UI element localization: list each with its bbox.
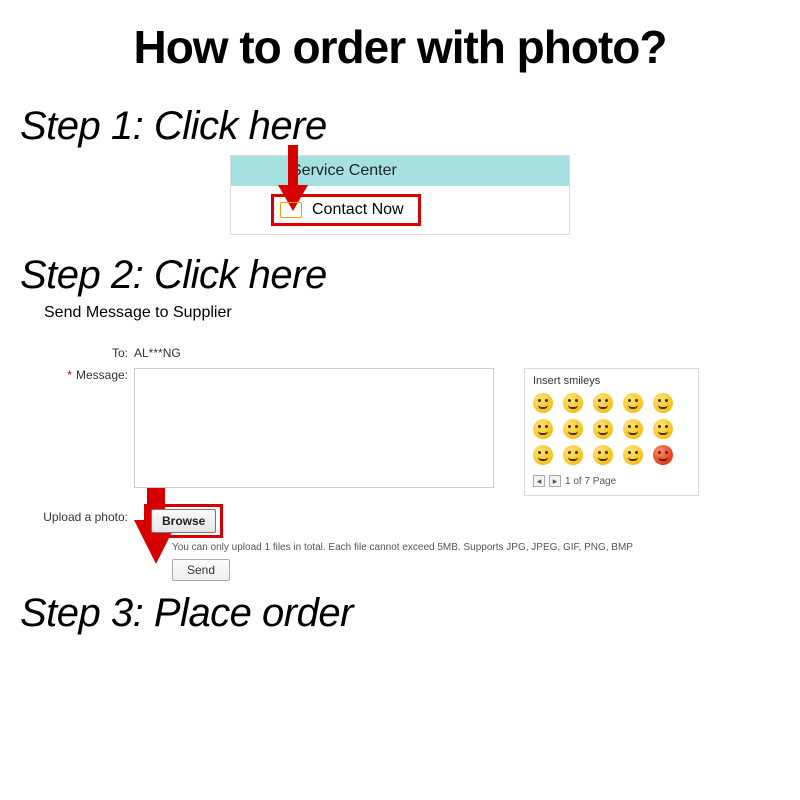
smiley-icon[interactable] bbox=[623, 445, 643, 465]
smiley-icon[interactable] bbox=[623, 419, 643, 439]
envelope-icon bbox=[280, 202, 302, 218]
smileys-title: Insert smileys bbox=[533, 375, 690, 387]
to-label: To: bbox=[30, 346, 134, 360]
smileys-panel: Insert smileys ◂ ▸ 1 bbox=[524, 368, 699, 496]
message-label: Message: bbox=[76, 368, 128, 382]
page-title: How to order with photo? bbox=[0, 0, 800, 74]
send-message-heading: Send Message to Supplier bbox=[44, 304, 800, 322]
smiley-icon[interactable] bbox=[653, 419, 673, 439]
smiley-icon[interactable] bbox=[533, 393, 553, 413]
send-button[interactable]: Send bbox=[172, 559, 230, 581]
step3-label: Step 3: Place order bbox=[20, 591, 800, 636]
smiley-icon[interactable] bbox=[593, 445, 613, 465]
step2-screenshot: To: AL***NG * Message: Insert smileys bbox=[30, 346, 800, 581]
upload-note: You can only upload 1 files in total. Ea… bbox=[172, 542, 800, 553]
smiley-icon[interactable] bbox=[653, 445, 673, 465]
smiley-icon[interactable] bbox=[593, 419, 613, 439]
pager-prev-button[interactable]: ◂ bbox=[533, 475, 545, 487]
smiley-icon[interactable] bbox=[563, 445, 583, 465]
browse-button[interactable]: Browse bbox=[151, 509, 216, 533]
required-asterisk: * bbox=[67, 368, 72, 382]
smiley-icon[interactable] bbox=[653, 393, 673, 413]
pager-text: 1 of 7 Page bbox=[565, 476, 616, 487]
step1-label: Step 1: Click here bbox=[20, 104, 800, 149]
smiley-icon[interactable] bbox=[623, 393, 643, 413]
browse-highlight: Browse bbox=[144, 504, 223, 538]
step2-label: Step 2: Click here bbox=[20, 253, 800, 298]
smileys-pager: ◂ ▸ 1 of 7 Page bbox=[533, 475, 690, 487]
to-value: AL***NG bbox=[134, 346, 181, 360]
message-textarea[interactable] bbox=[134, 368, 494, 488]
contact-now-label: Contact Now bbox=[312, 201, 404, 219]
smiley-icon[interactable] bbox=[593, 393, 613, 413]
smiley-icon[interactable] bbox=[563, 419, 583, 439]
smiley-icon[interactable] bbox=[533, 445, 553, 465]
upload-photo-label: Upload a photo: bbox=[30, 504, 134, 524]
pager-next-button[interactable]: ▸ bbox=[549, 475, 561, 487]
smiley-icon[interactable] bbox=[563, 393, 583, 413]
smiley-icon[interactable] bbox=[533, 419, 553, 439]
